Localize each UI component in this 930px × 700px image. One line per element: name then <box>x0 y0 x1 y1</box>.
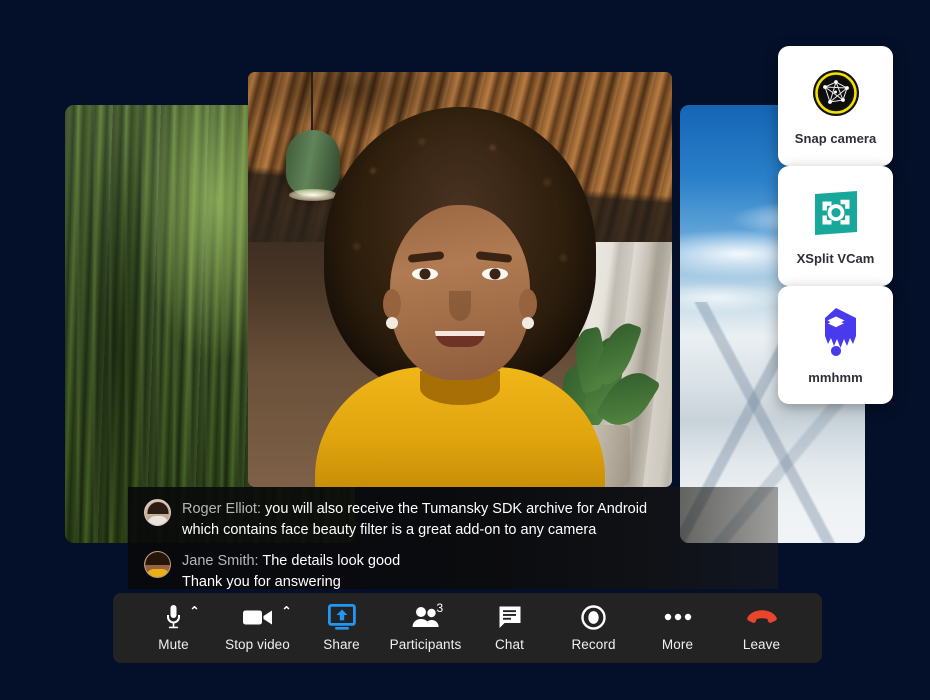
stop-video-label: Stop video <box>225 637 290 652</box>
record-button[interactable]: Record <box>552 593 636 663</box>
people-icon <box>412 604 440 630</box>
eyebrow-right <box>476 251 513 263</box>
participants-button[interactable]: 3 Participants <box>384 593 468 663</box>
chat-message-text: you will also receive the Tumansky SDK a… <box>261 501 647 517</box>
mmhmm-icon <box>813 306 859 358</box>
hangup-phone-icon <box>747 604 777 630</box>
video-conference-stage: Roger Elliot: you will also receive the … <box>0 0 930 700</box>
xsplit-vcam-icon <box>812 187 860 239</box>
record-label: Record <box>571 637 615 652</box>
mute-options-chevron-icon[interactable]: ⌃ <box>190 605 200 617</box>
leave-button[interactable]: Leave <box>720 593 804 663</box>
center-speaker-tile[interactable] <box>248 72 672 487</box>
more-label: More <box>662 637 693 652</box>
mmhmm-card[interactable]: mmhmm <box>778 286 893 404</box>
snap-camera-label: Snap camera <box>795 131 876 146</box>
eye-left <box>412 268 438 280</box>
eyebrow-left <box>408 251 445 263</box>
face <box>390 205 530 380</box>
mouth <box>435 331 485 347</box>
record-icon <box>581 604 606 630</box>
snap-camera-card[interactable]: Snap camera <box>778 46 893 166</box>
mute-button[interactable]: ⌃ Mute <box>132 593 216 663</box>
active-speaker <box>310 87 610 487</box>
more-button[interactable]: More <box>636 593 720 663</box>
chat-sender-name: Roger Elliot: <box>182 501 261 517</box>
jane-avatar <box>144 551 171 578</box>
mmhmm-label: mmhmm <box>808 370 862 385</box>
ellipsis-icon <box>664 604 692 630</box>
chat-line-two: which contains face beauty filter is a g… <box>182 520 647 541</box>
xsplit-vcam-label: XSplit VCam <box>797 251 875 266</box>
earring-left <box>386 317 398 329</box>
chat-line-two: Thank you for answering <box>182 572 400 589</box>
chat-overlay: Roger Elliot: you will also receive the … <box>128 487 778 589</box>
video-options-chevron-icon[interactable]: ⌃ <box>282 605 292 617</box>
roger-avatar <box>144 499 171 526</box>
earring-right <box>522 317 534 329</box>
share-button[interactable]: Share <box>300 593 384 663</box>
chat-sender-name: Jane Smith: <box>182 553 259 569</box>
xsplit-vcam-card[interactable]: XSplit VCam <box>778 166 893 286</box>
yellow-sweater <box>315 367 605 487</box>
ear-right <box>519 289 537 319</box>
share-screen-icon <box>328 604 356 630</box>
stop-video-button[interactable]: ⌃ Stop video <box>216 593 300 663</box>
meeting-toolbar: ⌃ Mute ⌃ Stop video <box>113 593 822 663</box>
nose <box>449 291 471 321</box>
chat-line-one: Jane Smith: The details look good <box>182 551 400 572</box>
share-label: Share <box>323 637 360 652</box>
chat-button[interactable]: Chat <box>468 593 552 663</box>
participants-label: Participants <box>390 637 462 652</box>
chat-bubble-icon <box>498 604 522 630</box>
chat-message-body: Roger Elliot: you will also receive the … <box>182 498 647 540</box>
chat-line-one: Roger Elliot: you will also receive the … <box>182 499 647 520</box>
video-camera-icon <box>243 604 273 630</box>
microphone-icon <box>165 604 182 630</box>
mute-label: Mute <box>158 637 188 652</box>
leave-label: Leave <box>743 637 780 652</box>
eye-right <box>482 268 508 280</box>
ear-left <box>383 289 401 319</box>
chat-message-body: Jane Smith: The details look good Thank … <box>182 550 400 589</box>
snap-camera-icon <box>812 67 860 119</box>
chat-message: Roger Elliot: you will also receive the … <box>144 498 778 540</box>
chat-label: Chat <box>495 637 524 652</box>
participants-count-badge: 3 <box>437 602 444 614</box>
chat-message: Jane Smith: The details look good Thank … <box>144 550 778 589</box>
chat-message-text: The details look good <box>259 553 401 569</box>
